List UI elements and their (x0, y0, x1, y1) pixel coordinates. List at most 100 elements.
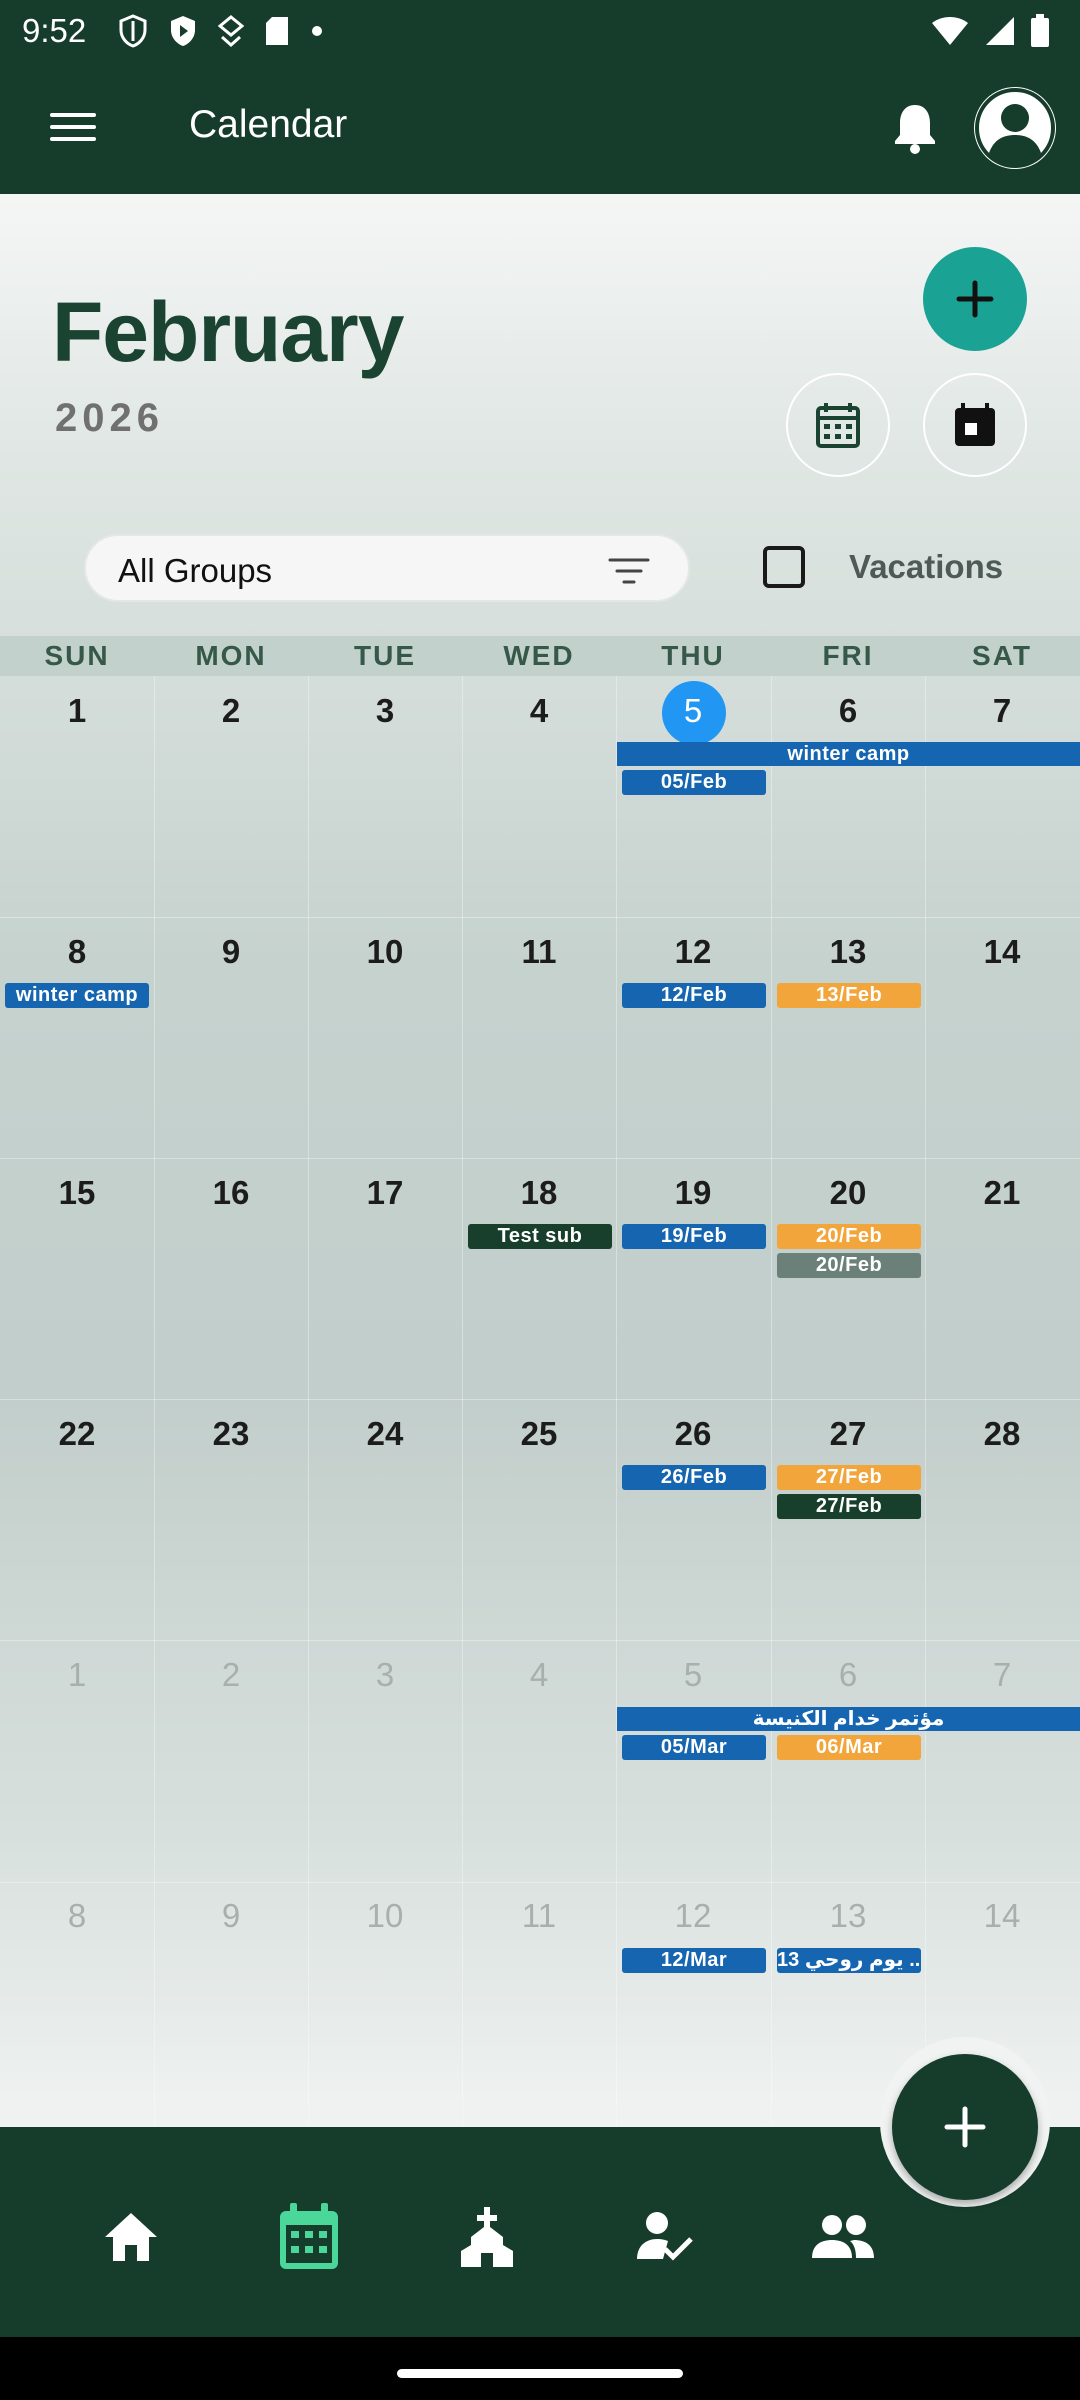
day-cell[interactable]: 11 (462, 933, 616, 971)
day-cell[interactable]: 8 (0, 933, 154, 971)
day-cell[interactable]: 1 (0, 692, 154, 730)
event-chip[interactable]: 27/Feb (777, 1465, 921, 1490)
menu-button[interactable] (40, 103, 106, 153)
day-cell-other-month[interactable]: 8 (0, 1897, 154, 1935)
day-cell-other-month[interactable]: 1 (0, 1656, 154, 1694)
day-cell[interactable]: 7 (925, 692, 1079, 730)
day-cell[interactable]: 17 (308, 1174, 462, 1212)
weekday-fri: FRI (822, 640, 874, 671)
day-cell[interactable]: 13 (771, 933, 925, 971)
weekday-sun: SUN (44, 640, 110, 671)
day-cell-other-month[interactable]: 6 (771, 1656, 925, 1694)
home-indicator[interactable] (397, 2369, 683, 2378)
battery-icon (1031, 14, 1049, 47)
month-title: February (52, 285, 404, 379)
day-cell[interactable]: 24 (308, 1415, 462, 1453)
day-cell[interactable]: 26 (616, 1415, 770, 1453)
event-chip[interactable]: 06/Mar (777, 1735, 921, 1760)
event-chip-winter-camp[interactable]: winter camp (5, 983, 149, 1008)
day-cell[interactable]: 22 (0, 1415, 154, 1453)
day-cell[interactable]: 25 (462, 1415, 616, 1453)
people-icon (812, 2215, 874, 2258)
person-check-icon (637, 2212, 693, 2261)
day-cell[interactable]: 9 (154, 933, 308, 971)
day-cell[interactable]: 12 (616, 933, 770, 971)
event-chip[interactable]: 19/Feb (622, 1224, 766, 1249)
event-chip[interactable]: 26/Feb (622, 1465, 766, 1490)
event-chip[interactable]: 20/Feb (777, 1224, 921, 1249)
filter-icon (608, 558, 650, 584)
day-cell-other-month[interactable]: 7 (925, 1656, 1079, 1694)
home-icon (105, 2213, 157, 2261)
dot-icon (312, 26, 322, 36)
status-bar: 9:52 (0, 0, 1080, 63)
weekday-sat: SAT (972, 640, 1032, 671)
event-chip[interactable]: 12/Feb (622, 983, 766, 1008)
day-cell[interactable]: 16 (154, 1174, 308, 1212)
day-cell-other-month[interactable]: 10 (308, 1897, 462, 1935)
day-cell[interactable]: 18 (462, 1174, 616, 1212)
day-cell-other-month[interactable]: 12 (616, 1897, 770, 1935)
signal-icon (986, 17, 1014, 45)
weekday-tue: TUE (354, 640, 416, 671)
day-cell[interactable]: 20 (771, 1174, 925, 1212)
vacations-checkbox[interactable] (763, 546, 805, 588)
event-chip[interactable]: 27/Feb (777, 1494, 921, 1519)
weekday-thu: THU (661, 640, 725, 671)
add-fab-button[interactable] (892, 2054, 1038, 2200)
day-cell-today[interactable]: 5 (616, 692, 770, 730)
bell-icon (895, 105, 935, 154)
day-cell[interactable]: 21 (925, 1174, 1079, 1212)
nav-calendar[interactable] (269, 2197, 349, 2277)
play-shield-icon (171, 16, 195, 46)
day-cell[interactable]: 19 (616, 1174, 770, 1212)
wifi-icon (932, 17, 968, 45)
event-chip[interactable]: Test sub (468, 1224, 612, 1249)
day-cell[interactable]: 2 (154, 692, 308, 730)
day-cell-other-month[interactable]: 14 (925, 1897, 1079, 1935)
event-chip[interactable]: 05/Feb (622, 770, 766, 795)
day-cell-other-month[interactable]: 3 (308, 1656, 462, 1694)
day-cell[interactable]: 14 (925, 933, 1079, 971)
day-cell-other-month[interactable]: 13 (771, 1897, 925, 1935)
day-cell-other-month[interactable]: 5 (616, 1656, 770, 1694)
calendar-month-icon (816, 403, 860, 448)
nav-people[interactable] (803, 2197, 883, 2277)
add-event-button[interactable] (923, 247, 1027, 351)
app-bar: Calendar (0, 63, 1080, 194)
year-label: 2026 (55, 396, 164, 440)
day-cell[interactable]: 6 (771, 692, 925, 730)
event-bar-conference[interactable]: مؤتمر خدام الكنيسة (617, 1707, 1080, 1731)
event-bar-winter-camp[interactable]: winter camp (617, 742, 1080, 766)
day-cell[interactable]: 28 (925, 1415, 1079, 1453)
day-cell[interactable]: 15 (0, 1174, 154, 1212)
nav-home[interactable] (91, 2197, 171, 2277)
month-view-button[interactable] (786, 373, 890, 477)
group-filter-dropdown[interactable]: All Groups (84, 534, 690, 602)
event-chip[interactable]: 05/Mar (622, 1735, 766, 1760)
sd-card-icon (266, 17, 288, 45)
calendar-icon (280, 2203, 338, 2269)
profile-avatar[interactable] (974, 87, 1056, 169)
nav-attendance[interactable] (625, 2197, 705, 2277)
day-cell[interactable]: 3 (308, 692, 462, 730)
day-cell-other-month[interactable]: 4 (462, 1656, 616, 1694)
shield-icon (119, 14, 147, 48)
notifications-button[interactable] (885, 99, 945, 159)
day-cell[interactable]: 10 (308, 933, 462, 971)
event-chip[interactable]: 12/Mar (622, 1948, 766, 1973)
status-notification-icons (118, 14, 324, 48)
day-cell-other-month[interactable]: 9 (154, 1897, 308, 1935)
event-chip[interactable]: 13 يوم روحي ... (777, 1948, 921, 1973)
nav-church[interactable] (447, 2197, 527, 2277)
day-view-button[interactable] (923, 373, 1027, 477)
day-cell[interactable]: 27 (771, 1415, 925, 1453)
event-chip[interactable]: 20/Feb (777, 1253, 921, 1278)
day-cell[interactable]: 23 (154, 1415, 308, 1453)
plus-icon (956, 280, 994, 318)
vacations-label: Vacations (849, 548, 1004, 585)
day-cell[interactable]: 4 (462, 692, 616, 730)
day-cell-other-month[interactable]: 11 (462, 1897, 616, 1935)
event-chip[interactable]: 13/Feb (777, 983, 921, 1008)
day-cell-other-month[interactable]: 2 (154, 1656, 308, 1694)
